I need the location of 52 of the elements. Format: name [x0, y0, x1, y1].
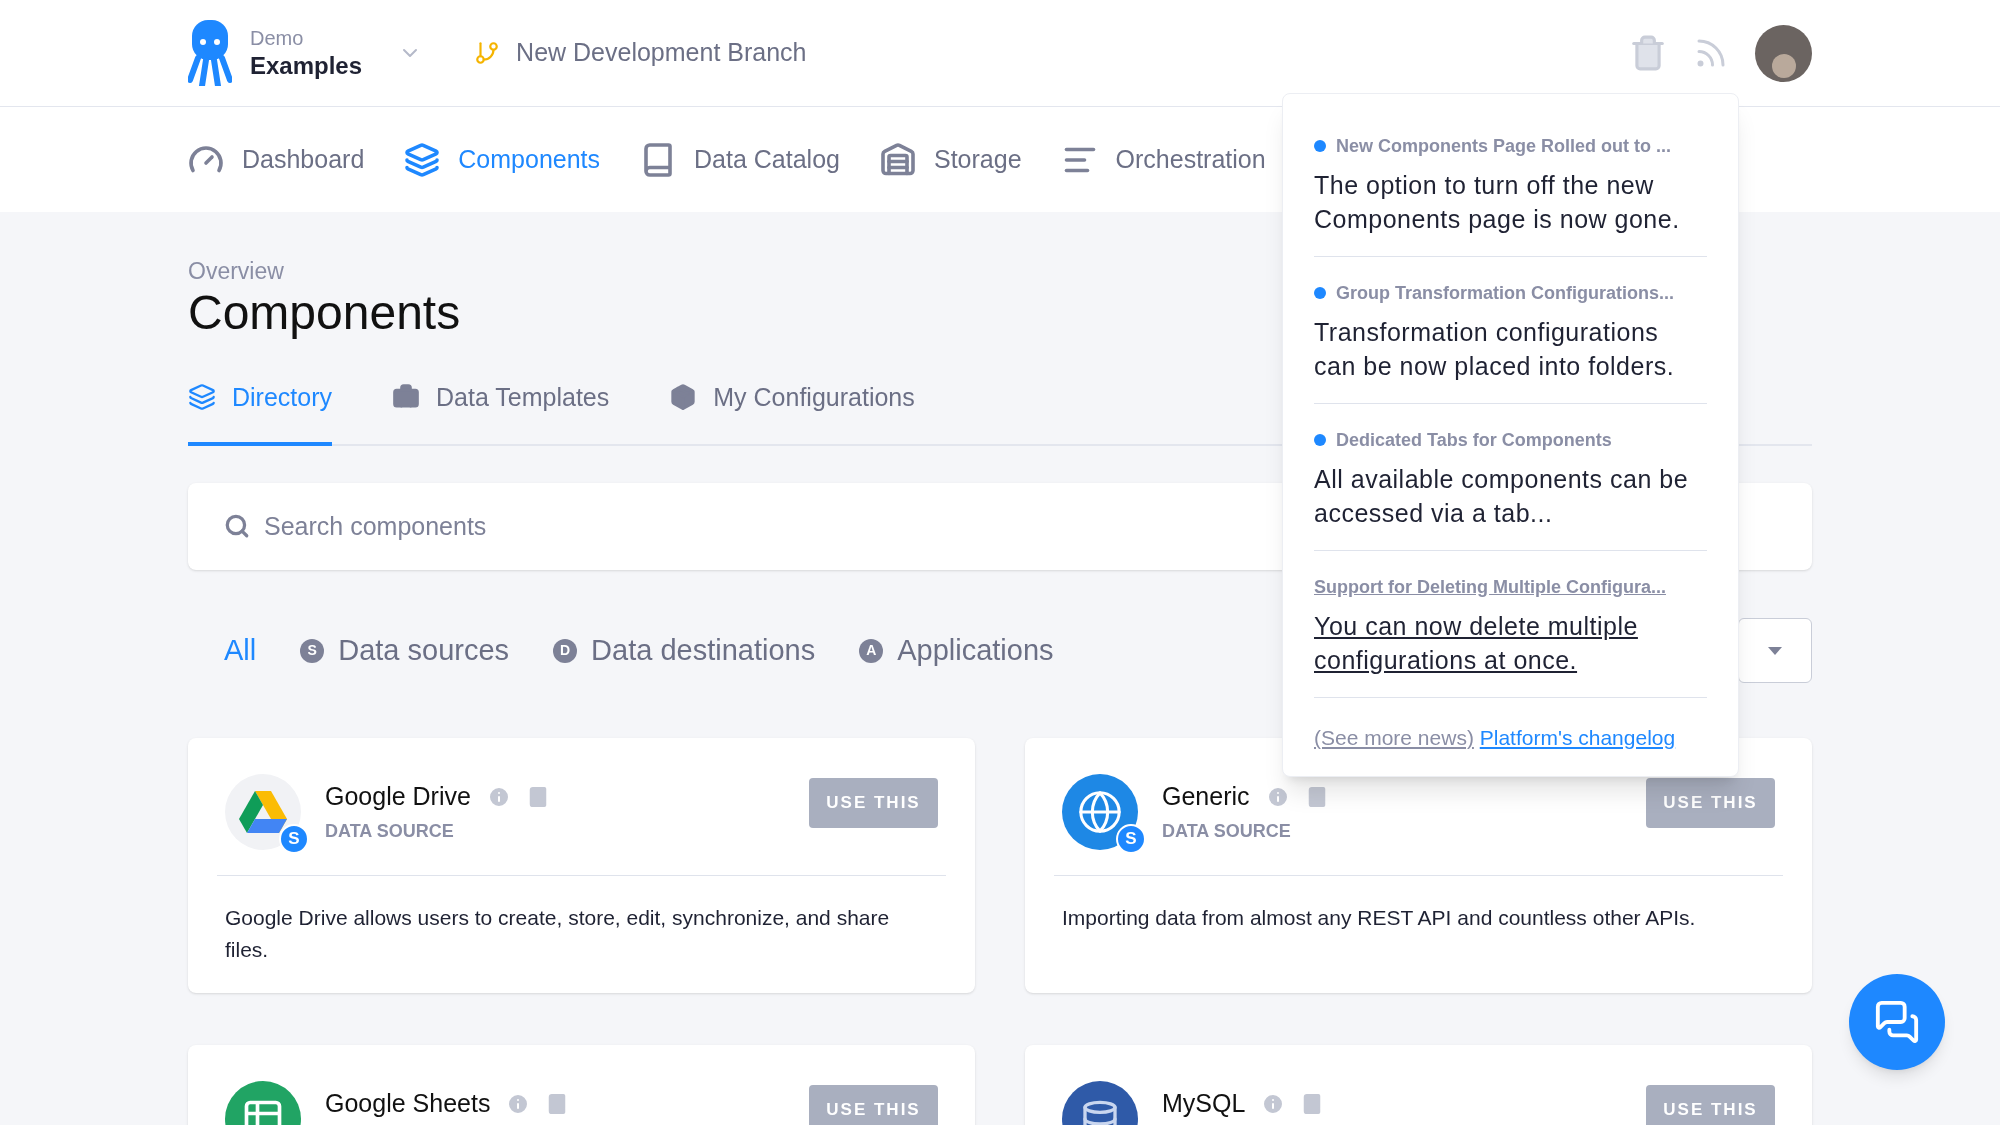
caret-icon — [1768, 646, 1782, 655]
tab[interactable]: Data Templates — [392, 378, 610, 446]
news-body: You can now delete multiple configurations at once. — [1314, 611, 1639, 676]
branch-name[interactable]: New Development Branch — [516, 34, 807, 72]
news-title: Dedicated Tabs for Components — [1336, 428, 1612, 452]
component-description: Google Drive allows users to create, store, edit, synchronize, and share files. — [224, 905, 891, 963]
filter-tab[interactable]: S Data sources — [300, 628, 510, 673]
news-body: Transformation configurations can be now placed into folders. — [1314, 317, 1676, 382]
layers-icon — [404, 141, 441, 178]
component-type: DATA SOURCE — [325, 819, 455, 843]
source-badge: S — [279, 824, 309, 854]
nav-item[interactable]: Storage — [880, 140, 1022, 179]
project-name: Examples — [250, 50, 363, 81]
news-item[interactable]: New Components Page Rolled out to ... The option to turn off the new Components page is now gone. — [1314, 134, 1707, 257]
nav-item[interactable]: Dashboard — [188, 140, 365, 179]
component-type: DATA SOURCE — [1162, 819, 1292, 843]
component-card[interactable]: S Google Drive DATA SOURCE USE THIS Google Drive allows users to create, store, edit, synchronize, and share files. — [188, 738, 975, 993]
component-name: Google Sheets — [325, 1088, 491, 1119]
component-name: MySQL — [1162, 1088, 1246, 1119]
search-icon — [224, 513, 250, 539]
page-title: Components — [188, 284, 461, 341]
trash-icon[interactable] — [1629, 34, 1667, 72]
chat-icon — [1874, 999, 1920, 1045]
nav-item[interactable]: Components — [404, 140, 601, 179]
branch-icon — [474, 40, 501, 66]
warehouse-icon — [880, 141, 916, 178]
user-avatar[interactable] — [1755, 24, 1812, 82]
news-item[interactable]: Support for Deleting Multiple Configura... You can now delete multiple configurations at once. — [1314, 575, 1707, 698]
component-description: Importing data from almost any REST API and countless other APIs. — [1061, 905, 1697, 931]
organization-label: Demo — [250, 25, 305, 51]
news-item[interactable]: Dedicated Tabs for Components All available components can be accessed via a tab... — [1314, 428, 1707, 551]
component-name: Google Drive — [325, 781, 471, 812]
news-body: The option to turn off the new Components page is now gone. — [1314, 170, 1681, 235]
news-title: New Components Page Rolled out to ... — [1336, 134, 1671, 158]
component-name: Generic — [1162, 781, 1250, 812]
component-card[interactable]: MySQL USE THIS — [1025, 1045, 1812, 1125]
filter-tab[interactable]: D Data destinations — [553, 628, 816, 673]
source-badge: S — [1116, 824, 1146, 854]
news-item[interactable]: Group Transformation Configurations... Transformation configurations can be now placed into folders. — [1314, 281, 1707, 404]
tab[interactable]: Directory — [188, 378, 332, 446]
filter-tab[interactable]: A Applications — [859, 628, 1054, 673]
news-title: Support for Deleting Multiple Configura... — [1314, 575, 1666, 599]
nav-item[interactable]: Orchestration — [1061, 140, 1266, 179]
filter-dropdown[interactable] — [1738, 618, 1812, 683]
octopus-logo[interactable] — [188, 20, 232, 86]
breadcrumb: Overview — [188, 257, 284, 286]
news-title: Group Transformation Configurations... — [1336, 281, 1674, 305]
filter-tab[interactable]: All — [224, 628, 257, 673]
layers-icon — [188, 383, 216, 412]
component-card[interactable]: Google Sheets USE THIS — [188, 1045, 975, 1125]
nav-item[interactable]: Data Catalog — [640, 140, 840, 179]
tab[interactable]: My Configurations — [669, 378, 915, 446]
